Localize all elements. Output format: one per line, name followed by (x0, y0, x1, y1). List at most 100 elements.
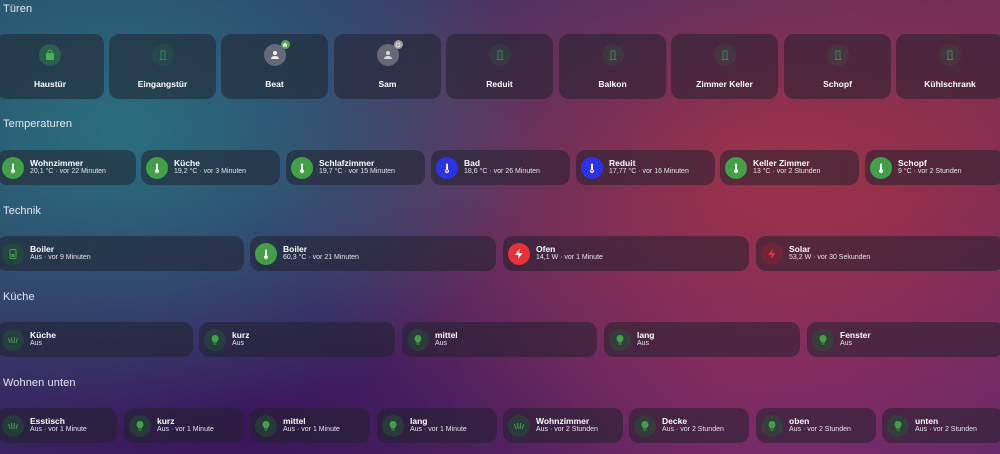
kueche-row-mittel[interactable]: mittel Aus (402, 322, 597, 357)
row-name: Decke (662, 415, 688, 426)
door-tile-eingangstuer[interactable]: Eingangstür (109, 34, 216, 99)
door-tile-schopf[interactable]: Schopf (784, 34, 891, 99)
row-state: Aus (232, 340, 245, 348)
temperature-row-wohnzimmer[interactable]: Wohnzimmer 20,1 °C · vor 22 Minuten (0, 150, 136, 185)
row-name: Esstisch (30, 415, 65, 426)
technik-row-boiler-temperature[interactable]: Boiler 60,3 °C · vor 21 Minuten (250, 236, 496, 271)
door-tile-label: Schopf (823, 79, 852, 89)
section-title-tueren: Türen (3, 3, 33, 15)
wohnen-row-unten[interactable]: unten Aus · vor 2 Stunden (882, 408, 1000, 443)
row-name: Schopf (898, 157, 927, 168)
temperature-row-schopf[interactable]: Schopf 9 °C · vor 2 Stunden (865, 150, 1000, 185)
kueche-row-fenster[interactable]: Fenster Aus (807, 322, 1000, 357)
person-tile-sam[interactable]: Sam (334, 34, 441, 99)
bulb-icon (887, 414, 909, 437)
door-icon (939, 44, 961, 66)
door-tile-label: Eingangstür (137, 79, 188, 89)
wohnen-row-wohnzimmer[interactable]: Wohnzimmer Aus · vor 2 Stunden (503, 408, 623, 443)
temperature-row-schlafzimmer[interactable]: Schlafzimmer 19,7 °C · vor 15 Minuten (286, 150, 425, 185)
person-tile-beat[interactable]: Beat (221, 34, 328, 99)
technik-row-solar[interactable]: Solar 53,2 W · vor 30 Sekunden (756, 236, 1000, 271)
row-name: oben (789, 415, 810, 426)
wohnen-row-kurz[interactable]: kurz Aus · vor 1 Minute (124, 408, 244, 443)
row-name: Solar (789, 243, 811, 254)
bulb-icon (634, 414, 656, 437)
row-state: Aus · vor 2 Stunden (662, 426, 724, 434)
door-tile-label: Reduit (486, 79, 513, 89)
kueche-row-lang[interactable]: lang Aus (604, 322, 800, 357)
door-tile-zimmer-keller[interactable]: Zimmer Keller (671, 34, 778, 99)
door-icon (601, 44, 624, 66)
row-state: Aus · vor 1 Minute (30, 426, 87, 434)
row-name: mittel (283, 415, 306, 426)
thermometer-icon (2, 156, 24, 179)
row-name: mittel (435, 329, 458, 340)
wohnen-row-oben[interactable]: oben Aus · vor 2 Stunden (756, 408, 876, 443)
kueche-row-kueche[interactable]: Küche Aus (0, 322, 193, 357)
door-tile-haustuer[interactable]: Haustür (0, 34, 104, 99)
door-icon (151, 44, 174, 66)
row-state: Aus · vor 1 Minute (283, 426, 340, 434)
row-state: Aus · vor 1 Minute (410, 426, 467, 434)
technik-row-boiler-switch[interactable]: Boiler Aus · vor 9 Minuten (0, 236, 244, 271)
row-state: 18,6 °C · vor 26 Minuten (464, 168, 540, 176)
home-badge-icon (280, 40, 290, 49)
light-group-icon (2, 414, 24, 437)
row-state: Aus (30, 340, 43, 348)
flash-icon (761, 242, 783, 265)
person-icon (376, 40, 403, 66)
door-tile-label: Balkon (598, 79, 627, 89)
technik-row-ofen[interactable]: Ofen 14,1 W · vor 1 Minute (503, 236, 749, 271)
temperature-row-kueche[interactable]: Küche 19,2 °C · vor 3 Minuten (141, 150, 280, 185)
section-title-kueche: Küche (3, 291, 35, 303)
thermometer-icon (255, 242, 277, 265)
temperature-row-bad[interactable]: Bad 18,6 °C · vor 26 Minuten (431, 150, 570, 185)
bulb-icon (204, 328, 226, 351)
door-tile-kuehlschrank[interactable]: Kühlschrank (896, 34, 1000, 99)
wohnen-row-decke[interactable]: Decke Aus · vor 2 Stunden (629, 408, 749, 443)
water-boiler-icon (2, 242, 24, 265)
wohnen-row-esstisch[interactable]: Esstisch Aus · vor 1 Minute (0, 408, 117, 443)
thermometer-icon (146, 156, 168, 179)
wohnen-row-lang[interactable]: lang Aus · vor 1 Minute (377, 408, 497, 443)
thermometer-icon (581, 156, 603, 179)
kueche-row-kurz[interactable]: kurz Aus (199, 322, 395, 357)
row-state: 19,2 °C · vor 3 Minuten (174, 168, 247, 176)
row-state: Aus (637, 340, 650, 348)
bulb-icon (129, 414, 151, 437)
bulb-icon (407, 328, 429, 351)
door-tile-label: Kühlschrank (924, 79, 976, 89)
row-state: Aus · vor 2 Stunden (789, 426, 851, 434)
row-state: 13 °C · vor 2 Stunden (753, 168, 821, 176)
row-state: Aus · vor 1 Minute (157, 426, 214, 434)
bulb-icon (255, 414, 277, 437)
row-state: Aus (435, 340, 448, 348)
section-title-temperaturen: Temperaturen (3, 118, 73, 130)
light-group-icon (2, 328, 24, 351)
row-state: 14,1 W · vor 1 Minute (536, 254, 603, 262)
row-state: 20,1 °C · vor 22 Minuten (30, 168, 106, 176)
wohnen-row-mittel[interactable]: mittel Aus · vor 1 Minute (250, 408, 370, 443)
thermometer-icon (291, 156, 313, 179)
bulb-icon (761, 414, 783, 437)
row-name: kurz (157, 415, 175, 426)
row-name: Fenster (840, 329, 871, 340)
person-tile-label: Sam (378, 79, 397, 89)
temperature-row-keller-zimmer[interactable]: Keller Zimmer 13 °C · vor 2 Stunden (720, 150, 859, 185)
row-name: kurz (232, 329, 250, 340)
door-tile-reduit[interactable]: Reduit (446, 34, 553, 99)
row-name: Boiler (30, 243, 55, 254)
row-name: lang (410, 415, 428, 426)
row-name: Ofen (536, 243, 556, 254)
door-tile-label: Zimmer Keller (696, 79, 753, 89)
row-state: Aus · vor 9 Minuten (30, 254, 91, 262)
temperature-row-reduit[interactable]: Reduit 17,77 °C · vor 16 Minuten (576, 150, 715, 185)
door-tile-balkon[interactable]: Balkon (559, 34, 666, 99)
section-title-technik: Technik (3, 205, 41, 217)
light-group-icon (508, 414, 530, 437)
section-title-wohnen-unten: Wohnen unten (3, 377, 76, 389)
row-name: lang (637, 329, 655, 340)
row-name: unten (915, 415, 939, 426)
row-state: 17,77 °C · vor 16 Minuten (609, 168, 689, 176)
bulb-icon (382, 414, 404, 437)
